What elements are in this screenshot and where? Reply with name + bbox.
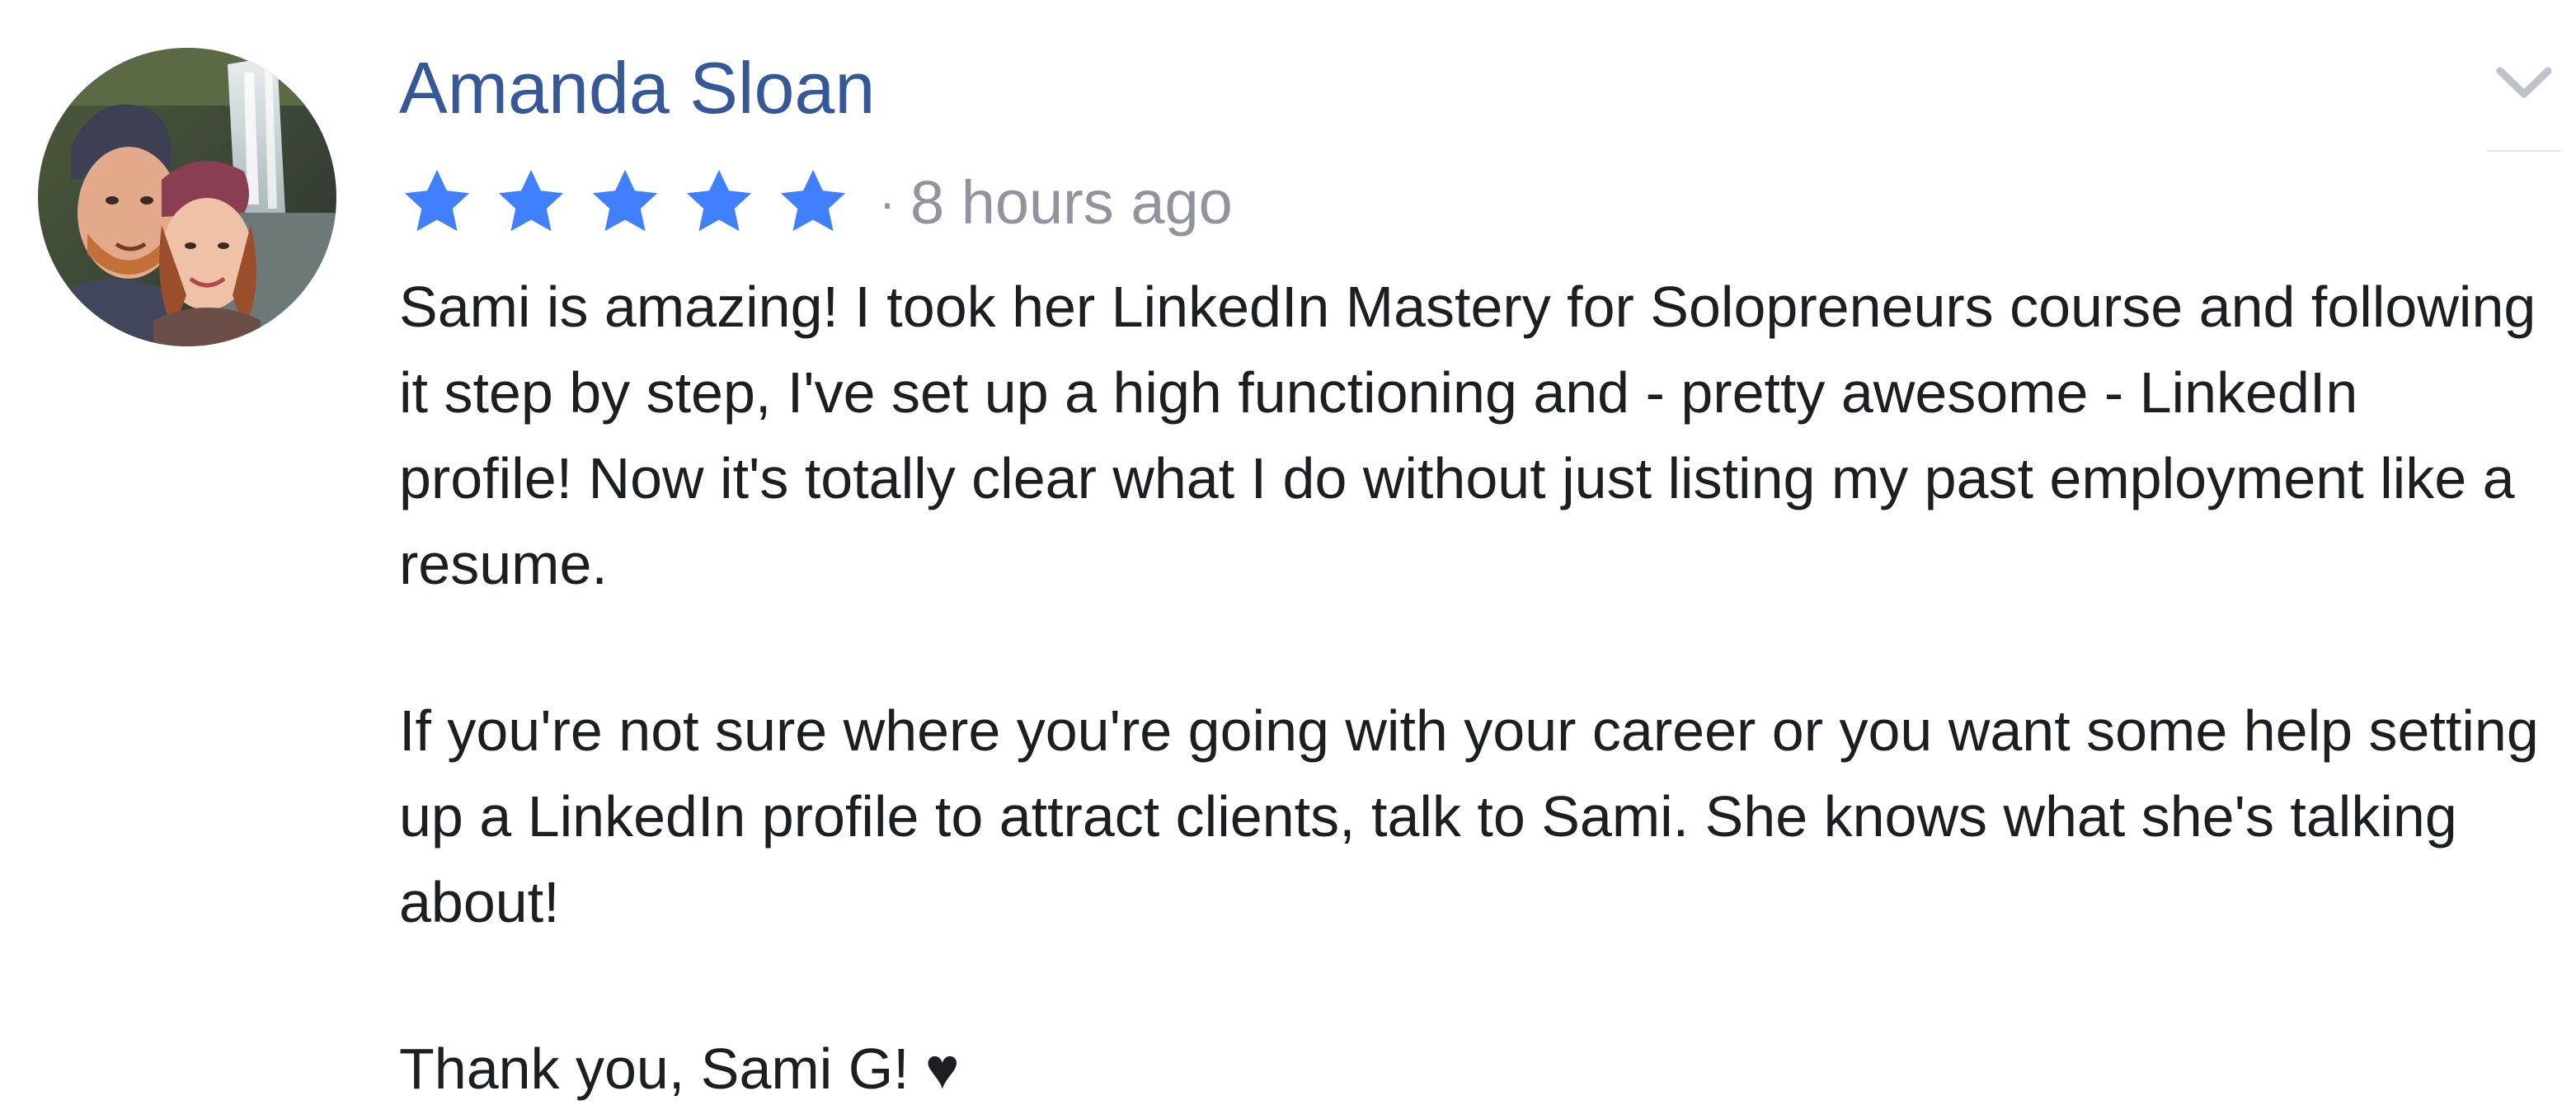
review-paragraph: Thank you, Sami G! ♥ (399, 1037, 960, 1101)
review-card: Amanda Sloan · 8 hours ago Sami is amazi… (0, 0, 2576, 1119)
options-menu-button[interactable] (2487, 61, 2561, 107)
star-icon (592, 169, 658, 232)
reviewer-avatar[interactable] (38, 48, 336, 346)
review-meta: · 8 hours ago (399, 157, 1233, 247)
review-text: Sami is amazing! I took her LinkedIn Mas… (399, 264, 2543, 1112)
chevron-down-icon (2496, 67, 2552, 98)
review-paragraph: If you're not sure where you're going wi… (399, 698, 2539, 934)
star-icon (686, 169, 752, 232)
meta-separator: · (879, 174, 895, 230)
review-timestamp[interactable]: 8 hours ago (910, 167, 1233, 237)
reviewer-name[interactable]: Amanda Sloan (399, 43, 875, 134)
star-icon (498, 169, 564, 232)
review-paragraph: Sami is amazing! I took her LinkedIn Mas… (399, 275, 2536, 596)
menu-divider (2487, 150, 2561, 152)
star-rating (399, 164, 851, 240)
star-icon (404, 169, 470, 232)
star-icon (780, 169, 846, 232)
avatar-photo (38, 48, 336, 346)
